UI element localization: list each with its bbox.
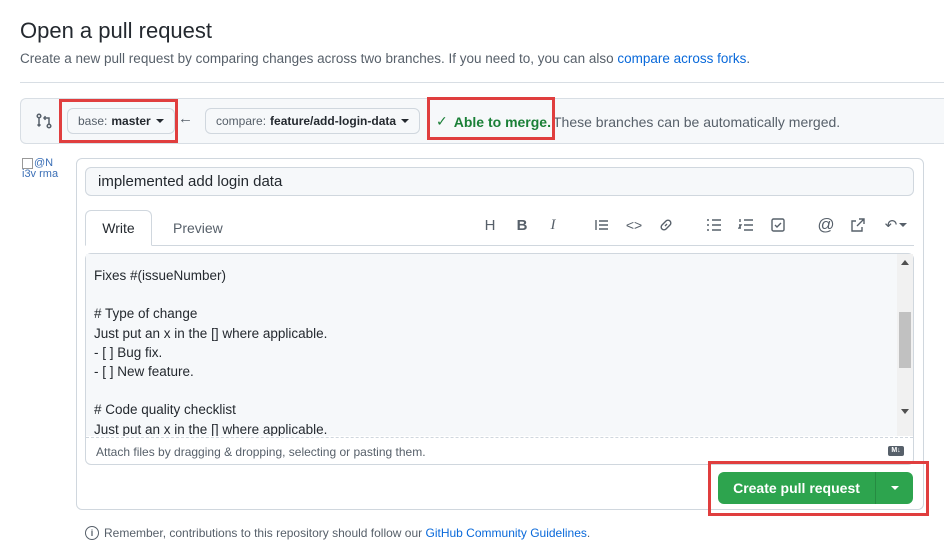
highlight-base-branch: [59, 99, 178, 143]
reply-icon[interactable]: ↶: [882, 215, 910, 235]
italic-icon[interactable]: I: [543, 215, 563, 235]
pr-body-textarea[interactable]: Fixes #(issueNumber) # Type of change Ju…: [86, 254, 897, 436]
numbered-list-icon[interactable]: [736, 215, 756, 235]
contribution-note: i Remember, contributions to this reposi…: [85, 526, 590, 540]
bold-icon[interactable]: B: [512, 215, 532, 235]
heading-icon[interactable]: H: [480, 215, 500, 235]
scroll-up-icon[interactable]: [901, 260, 909, 265]
tab-preview[interactable]: Preview: [160, 210, 236, 246]
arrow-left-icon: ←: [178, 110, 193, 127]
scroll-thumb[interactable]: [899, 312, 911, 368]
page-title: Open a pull request: [20, 18, 213, 43]
code-icon[interactable]: <>: [624, 215, 644, 235]
pr-title-input[interactable]: [85, 167, 914, 196]
chevron-down-icon: [401, 119, 410, 123]
link-icon[interactable]: [656, 215, 676, 235]
compare-branches-icon: [35, 112, 53, 130]
mention-icon[interactable]: @: [816, 215, 836, 235]
attach-files-hint[interactable]: Attach files by dragging & dropping, sel…: [86, 437, 913, 464]
textarea-scrollbar[interactable]: [897, 254, 913, 436]
avatar: @N i3v rma: [22, 158, 59, 180]
tab-write[interactable]: Write: [85, 210, 152, 246]
compare-branch-select[interactable]: compare: feature/add-login-data: [205, 108, 421, 134]
highlight-merge-status: [427, 97, 555, 140]
quote-icon[interactable]: [592, 215, 612, 235]
page-subtitle: Create a new pull request by comparing c…: [20, 51, 751, 66]
markdown-icon[interactable]: M↓: [888, 446, 904, 456]
compare-across-forks-link[interactable]: compare across forks: [617, 51, 746, 66]
info-icon: i: [85, 526, 99, 540]
community-guidelines-link[interactable]: GitHub Community Guidelines: [426, 526, 587, 540]
merge-note: These branches can be automatically merg…: [553, 114, 841, 130]
scroll-down-icon[interactable]: [901, 409, 909, 414]
divider: [20, 82, 944, 83]
highlight-create-button: [708, 461, 929, 516]
task-list-icon[interactable]: [768, 215, 788, 235]
reference-icon[interactable]: [848, 215, 868, 235]
bullet-list-icon[interactable]: [704, 215, 724, 235]
